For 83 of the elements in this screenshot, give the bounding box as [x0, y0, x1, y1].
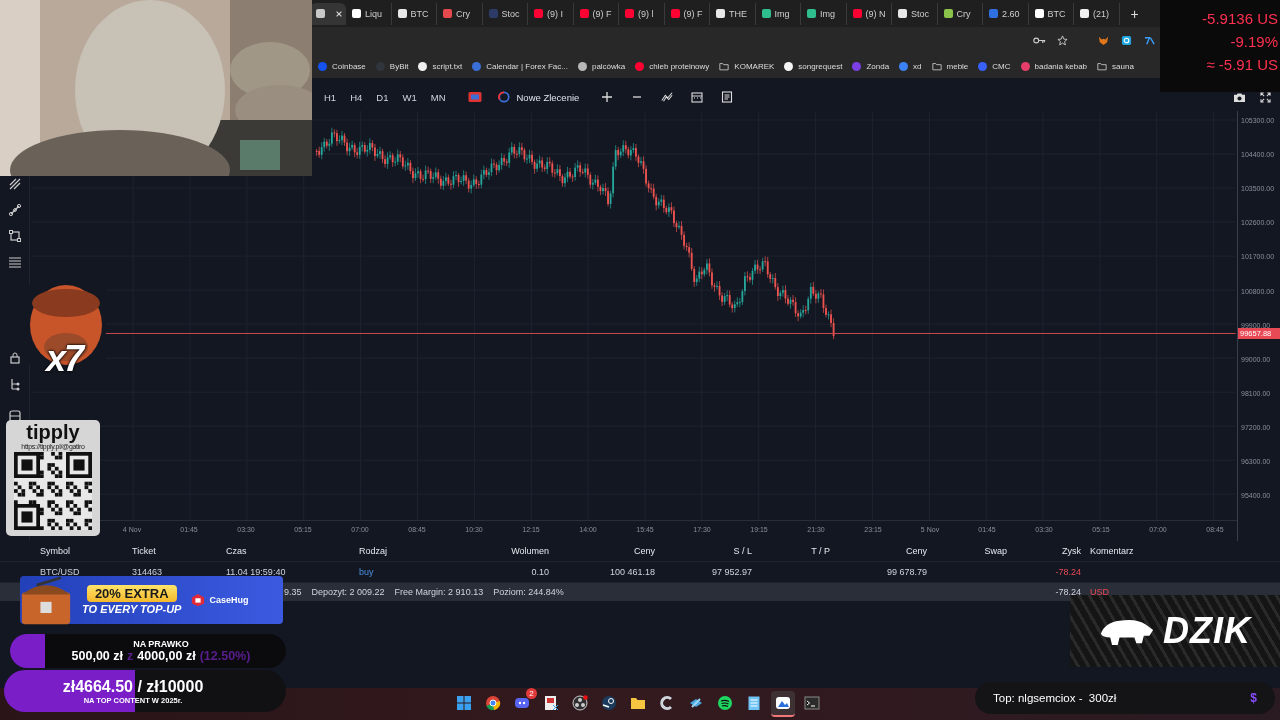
browser-tab[interactable]: Stoc: [482, 2, 528, 25]
timeframe-button[interactable]: H1: [318, 91, 343, 103]
bookmark[interactable]: xd: [899, 61, 922, 71]
browser-tab[interactable]: THE: [710, 2, 756, 25]
bookmark[interactable]: palcówka: [577, 61, 626, 71]
column-header[interactable]: Komentarz: [1081, 546, 1241, 556]
free-margin-text: Free Margin: 2 910.13: [394, 587, 484, 597]
promo-brand: CaseHug: [209, 595, 249, 605]
column-header[interactable]: Wolumen: [460, 546, 549, 556]
total-profit: -78.24: [1054, 587, 1081, 597]
table-cell-text: buy: [359, 567, 375, 577]
deposit-text: Depozyt: 2 009.22: [311, 587, 385, 597]
bookmark[interactable]: meble: [931, 61, 969, 71]
timeframe-button[interactable]: MN: [424, 91, 452, 103]
offer-badge: 20% EXTRA: [86, 585, 177, 602]
notification-badge: 2: [526, 688, 537, 699]
goal-separator: z: [127, 649, 134, 663]
goal-percent: (12.50%): [199, 649, 251, 663]
bookmark[interactable]: Calendar | Forex Fac...: [472, 61, 568, 71]
column-header[interactable]: Ticket: [132, 546, 226, 556]
timeframe-button[interactable]: H4: [344, 91, 369, 103]
browser-tab[interactable]: 2.60: [983, 2, 1029, 25]
bookmark[interactable]: Zonda: [852, 61, 890, 71]
browser-tab[interactable]: Img: [755, 2, 801, 25]
goal-amount: zł4664.50 / zł10000: [62, 677, 204, 696]
dollar-sign: $: [1250, 691, 1257, 705]
bookmark[interactable]: script.txt: [418, 61, 463, 71]
table-cell-text: 100 461.18: [608, 567, 655, 577]
browser-tab[interactable]: Cry: [937, 2, 983, 25]
sponsor-name: DZIK: [1163, 610, 1251, 652]
column-header[interactable]: Symbol: [40, 546, 132, 556]
new-tab-button[interactable]: +: [1127, 5, 1142, 22]
new-order-button[interactable]: Nowe Zlecenie: [493, 89, 584, 105]
table-cell-text: 99 678.79: [885, 567, 927, 577]
goal-title: NA PRAWKO: [133, 639, 189, 649]
browser-tab[interactable]: (9) I: [528, 2, 574, 25]
table-cell-text: BTC/USD: [40, 567, 81, 577]
browser-tab[interactable]: (9) F: [573, 2, 619, 25]
bookmark[interactable]: chleb proteinowy: [635, 61, 710, 71]
browser-tab[interactable]: (9) F: [664, 2, 710, 25]
goal-raised: 500,00 zł: [71, 649, 124, 663]
table-cell-text: -78.24: [1054, 567, 1081, 577]
column-header[interactable]: Zysk: [1007, 546, 1081, 556]
browser-tab[interactable]: Stoc: [892, 2, 938, 25]
goal-target: 4000,00 zł: [137, 649, 196, 663]
table-cell-text: 11.04 19:59:40: [226, 567, 287, 577]
browser-tab[interactable]: (9) l: [619, 2, 665, 25]
balance-text: 9.35: [284, 587, 302, 597]
bookmark[interactable]: sauna: [1097, 61, 1134, 71]
column-header[interactable]: T / P: [752, 546, 830, 556]
column-header[interactable]: Swap: [927, 546, 1007, 556]
price-change-text: ≈ -5.91 US: [1206, 56, 1279, 73]
promo-tagline: TO EVERY TOP-UP: [82, 603, 182, 615]
column-header[interactable]: Rodzaj: [359, 546, 460, 556]
price-change-text: -9.19%: [1230, 33, 1279, 50]
bookmark[interactable]: Coinbase: [318, 61, 366, 71]
column-header[interactable]: Czas: [226, 546, 359, 556]
tip-brand: tipply: [26, 421, 80, 443]
browser-tab[interactable]: Liqu: [346, 2, 392, 25]
timeframe-button[interactable]: W1: [396, 91, 423, 103]
bookmark[interactable]: CMC: [978, 61, 1011, 71]
browser-tab[interactable]: (21): [1074, 2, 1120, 25]
browser-tab[interactable]: BTC: [1028, 2, 1074, 25]
table-cell-text: 97 952.97: [710, 567, 752, 577]
column-header[interactable]: Ceny: [549, 546, 655, 556]
browser-tab[interactable]: (9) N: [846, 2, 892, 25]
browser-tab[interactable]: Img: [801, 2, 847, 25]
bookmark[interactable]: songrequest: [784, 61, 843, 71]
column-header[interactable]: S / L: [655, 546, 752, 556]
top-donor-text: Top: nlgsemciox - 300zł: [993, 692, 1117, 704]
bookmark[interactable]: badania kebab: [1020, 61, 1088, 71]
browser-tab[interactable]: BTC: [391, 2, 437, 25]
currency-label: USD: [1089, 587, 1110, 597]
browser-tab[interactable]: Cry: [437, 2, 483, 25]
table-cell-text: 0.10: [530, 567, 549, 577]
timeframe-button[interactable]: D1: [370, 91, 395, 103]
table-cell-text: 314463: [132, 567, 164, 577]
bookmark[interactable]: ByBit: [375, 61, 409, 71]
price-change-text: -5.9136 US: [1202, 10, 1279, 27]
bookmark[interactable]: KOMAREK: [719, 61, 775, 71]
taskbar-app[interactable]: 2: [510, 691, 534, 717]
column-header[interactable]: Ceny: [830, 546, 927, 556]
margin-level-text: Poziom: 244.84%: [493, 587, 564, 597]
